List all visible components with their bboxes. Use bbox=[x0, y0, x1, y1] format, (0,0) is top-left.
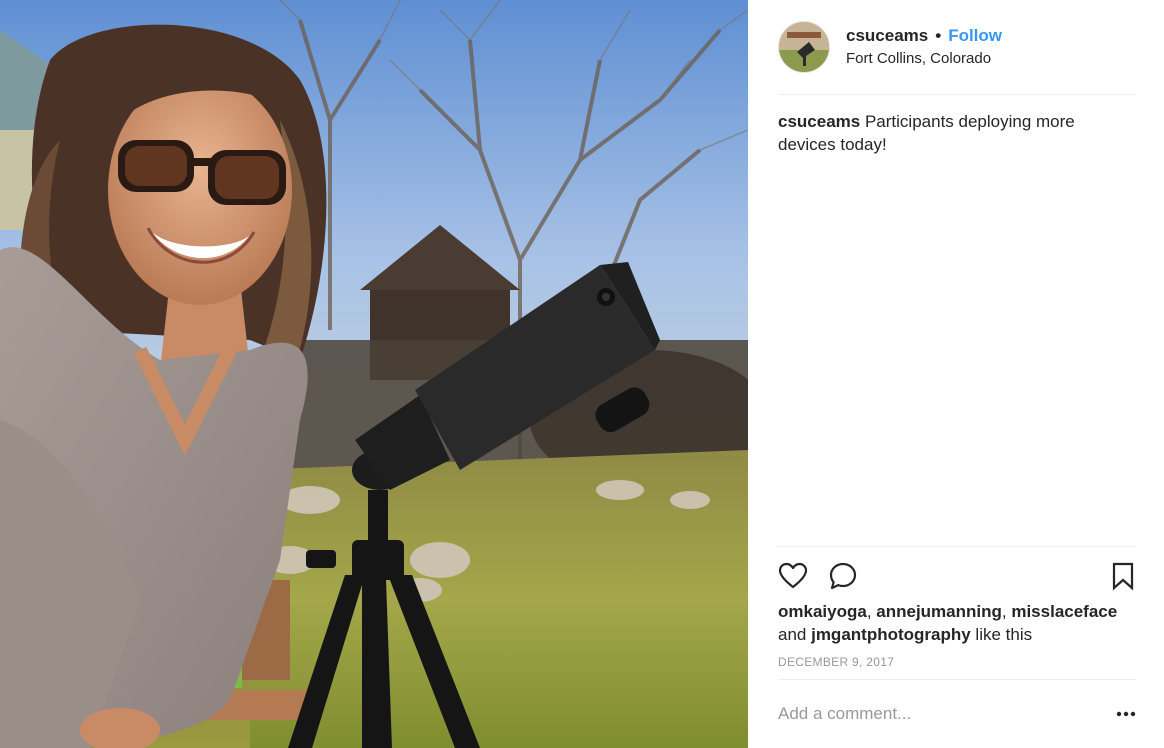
liker-link[interactable]: annejumanning bbox=[876, 602, 1002, 621]
liker-link[interactable]: misslaceface bbox=[1011, 602, 1117, 621]
header-row: csuceams • Follow bbox=[846, 25, 1002, 47]
action-bar bbox=[778, 546, 1136, 605]
follow-button[interactable]: Follow bbox=[948, 25, 1002, 47]
likes-separator: , bbox=[866, 602, 877, 621]
location-link[interactable]: Fort Collins, Colorado bbox=[846, 49, 1002, 69]
liker-link[interactable]: omkaiyoga bbox=[778, 602, 867, 621]
ellipsis-icon[interactable] bbox=[1116, 704, 1136, 724]
comment-input[interactable] bbox=[778, 700, 1088, 728]
header-text: csuceams • Follow Fort Collins, Colorado bbox=[846, 25, 1002, 69]
photo-illustration bbox=[0, 0, 748, 748]
heart-icon[interactable] bbox=[778, 561, 808, 591]
avatar-image bbox=[779, 22, 829, 72]
post-caption: csuceams Participants deploying more dev… bbox=[778, 110, 1108, 156]
likes-and: and bbox=[778, 625, 812, 644]
post-photo[interactable] bbox=[0, 0, 748, 748]
liker-link[interactable]: jmgantphotography bbox=[811, 625, 971, 644]
likes-separator: , bbox=[1001, 602, 1012, 621]
post-date[interactable]: DECEMBER 9, 2017 bbox=[778, 655, 894, 669]
caption-username-link[interactable]: csuceams bbox=[778, 112, 860, 131]
post-sidebar: csuceams • Follow Fort Collins, Colorado… bbox=[748, 0, 1164, 748]
post-header: csuceams • Follow Fort Collins, Colorado bbox=[778, 0, 1136, 95]
separator-dot: • bbox=[935, 26, 942, 45]
likes-suffix: like this bbox=[970, 625, 1033, 644]
instagram-post: csuceams • Follow Fort Collins, Colorado… bbox=[0, 0, 1164, 748]
comment-bar bbox=[778, 679, 1136, 748]
avatar[interactable] bbox=[778, 21, 830, 73]
speech-bubble-icon[interactable] bbox=[828, 561, 858, 591]
username-link[interactable]: csuceams bbox=[846, 25, 928, 47]
likes-summary: omkaiyoga, annejumanning, misslaceface an… bbox=[778, 600, 1118, 646]
bookmark-icon[interactable] bbox=[1108, 561, 1138, 591]
